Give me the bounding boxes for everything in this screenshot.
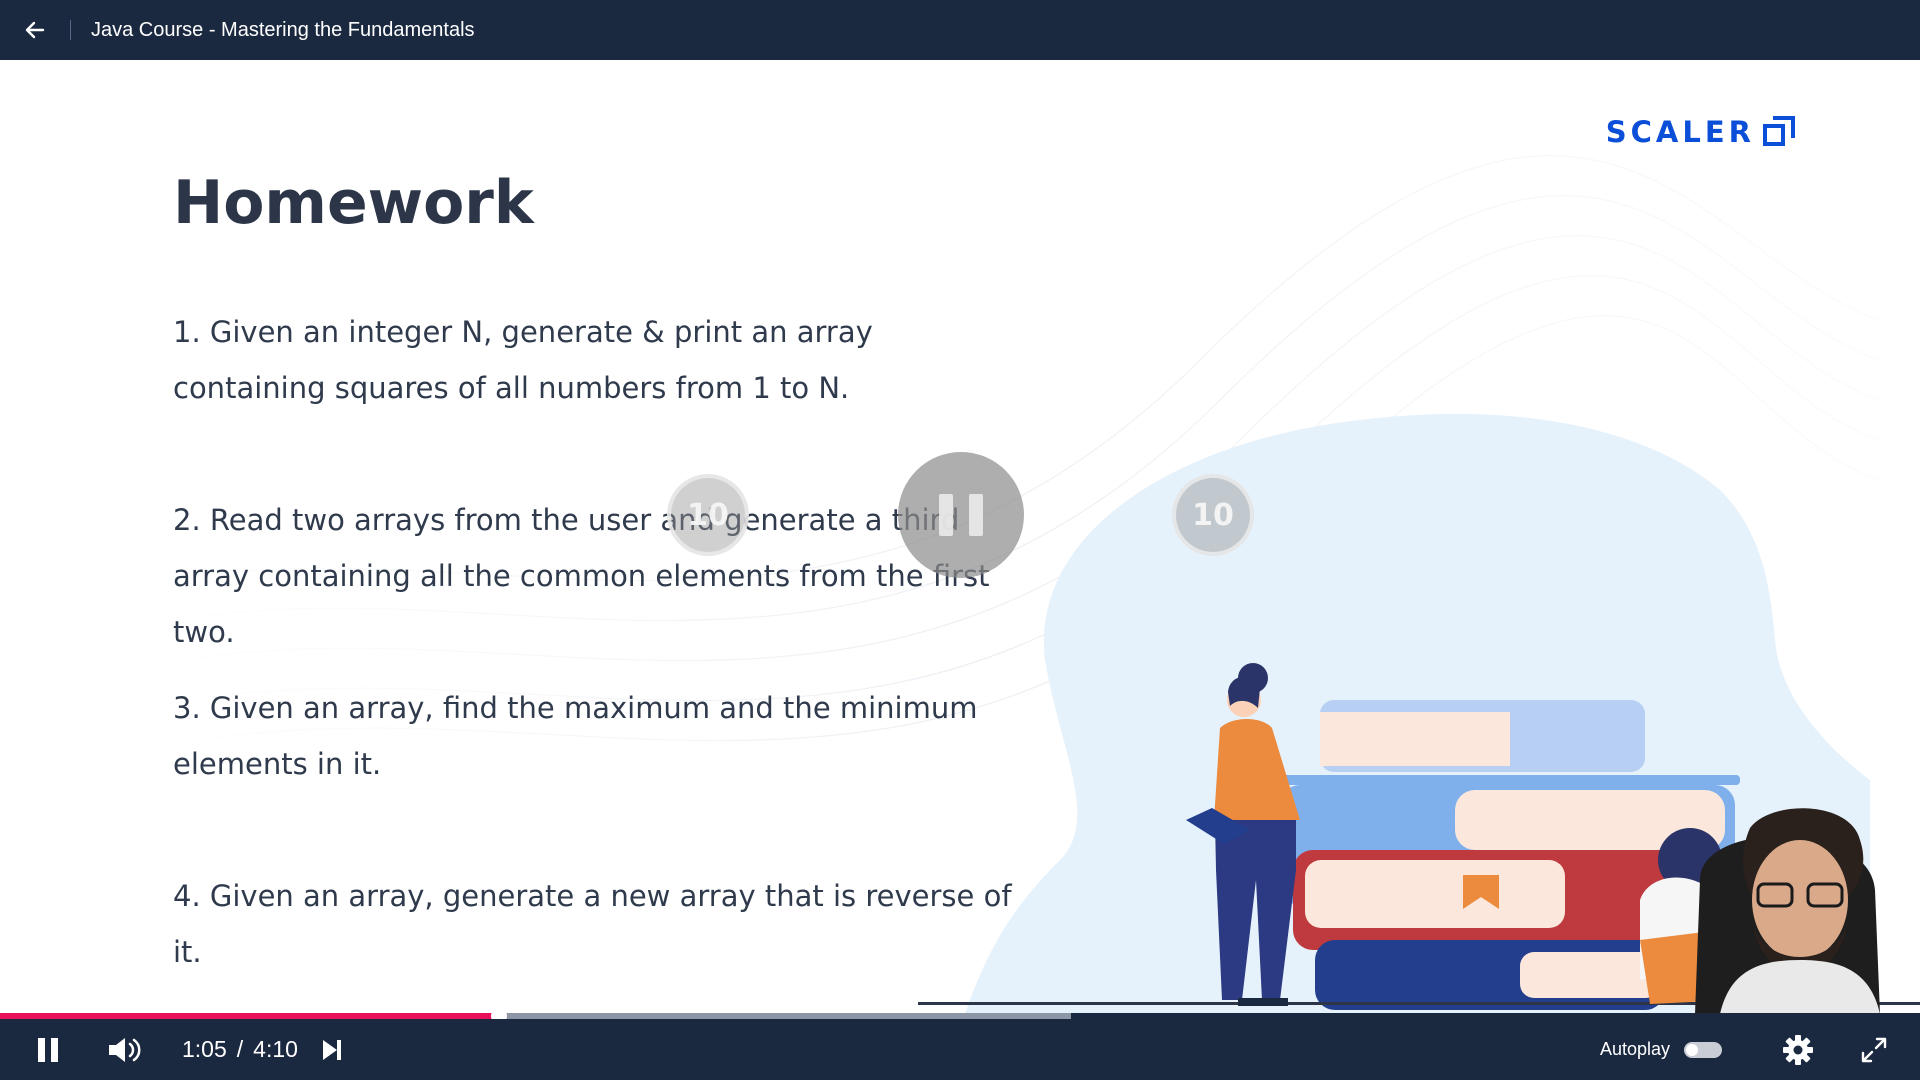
settings-button[interactable] [1782, 1034, 1814, 1066]
rewind-seconds: 10 [687, 497, 729, 533]
presenter-image [1695, 808, 1880, 1014]
volume-icon [109, 1037, 141, 1062]
duration: 4:10 [253, 1036, 298, 1062]
homework-item-4: 4. Given an array, generate a new array … [173, 879, 1012, 969]
top-bar: Java Course - Mastering the Fundamentals [0, 0, 1920, 60]
time-display: 1:05 / 4:10 [182, 1036, 298, 1063]
autoplay-label: Autoplay [1599, 1039, 1670, 1059]
player-controls: 1:05 / 4:10 Autoplay [0, 1019, 1920, 1080]
volume-button[interactable] [106, 1035, 142, 1065]
header-divider [70, 20, 71, 40]
logo-text: SCALER [1605, 115, 1755, 149]
scaler-logo-icon [1763, 116, 1795, 146]
rewind-10-button[interactable]: 10 [667, 474, 749, 556]
forward-10-button[interactable]: 10 [1172, 474, 1254, 556]
scaler-logo: SCALER [1606, 115, 1795, 149]
pause-icon [38, 1037, 58, 1062]
skip-next-icon [322, 1039, 341, 1060]
back-button[interactable] [0, 0, 70, 60]
arrow-left-icon [25, 21, 45, 39]
expand-icon [1861, 1037, 1887, 1062]
time-separator: / [236, 1036, 244, 1062]
pause-button[interactable] [35, 1035, 61, 1065]
homework-item-1: 1. Given an integer N, generate & print … [173, 315, 873, 405]
gear-icon [1783, 1034, 1813, 1065]
slide-title: Homework [173, 168, 534, 238]
course-title: Java Course - Mastering the Fundamentals [91, 18, 475, 41]
fullscreen-button[interactable] [1860, 1036, 1888, 1064]
autoplay-toggle[interactable] [1684, 1041, 1722, 1058]
homework-item-3: 3. Given an array, find the maximum and … [173, 691, 978, 781]
pause-icon [939, 494, 953, 536]
next-button[interactable] [320, 1037, 344, 1063]
current-time: 1:05 [182, 1036, 227, 1062]
overlay-pause-button[interactable] [898, 452, 1024, 578]
forward-seconds: 10 [1192, 497, 1234, 533]
presenter-webcam [1640, 800, 1920, 1014]
